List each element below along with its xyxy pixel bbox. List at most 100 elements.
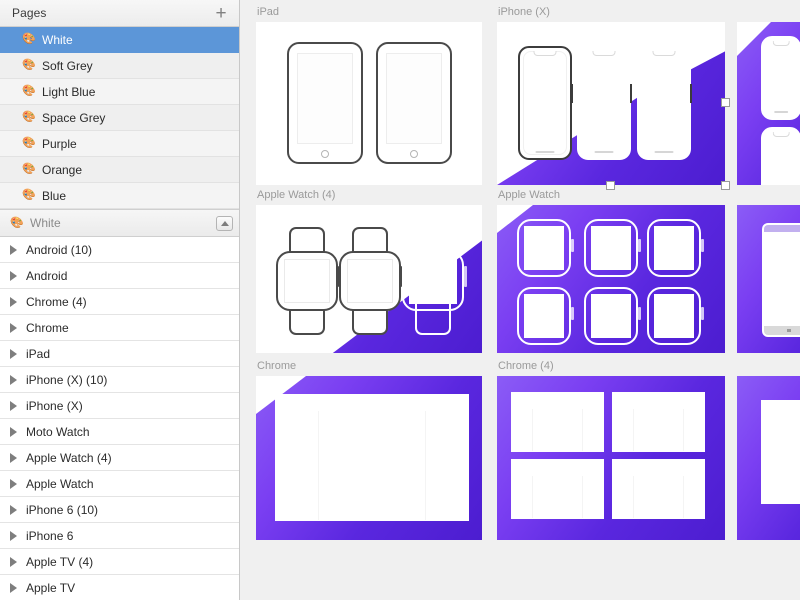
disclosure-triangle-icon[interactable] (10, 245, 17, 255)
disclosure-triangle-icon[interactable] (10, 427, 17, 437)
disclosure-triangle-icon[interactable] (10, 271, 17, 281)
disclosure-triangle-icon[interactable] (10, 453, 17, 463)
artboard-apple-tv[interactable]: Apple TV (737, 376, 800, 540)
apple-watch-device (584, 217, 638, 279)
layer-item[interactable]: iPad (0, 341, 239, 367)
artboard-ipad[interactable]: iPad (256, 22, 482, 185)
disclosure-triangle-icon[interactable] (10, 349, 17, 359)
layer-item[interactable]: iPhone 6 (0, 523, 239, 549)
layer-item-label: Apple TV (4) (26, 555, 93, 569)
disclosure-triangle-icon[interactable] (10, 583, 17, 593)
iphone-x-device (761, 36, 800, 120)
layer-item-label: iPhone 6 (10) (26, 503, 98, 517)
palette-icon: 🎨 (22, 85, 35, 98)
page-item-label: Space Grey (42, 111, 105, 125)
page-item-light-blue[interactable]: 🎨Light Blue (0, 79, 239, 105)
disclosure-triangle-icon[interactable] (10, 505, 17, 515)
artboard-label[interactable]: Chrome (257, 360, 296, 372)
artboard-android[interactable]: Android (737, 205, 800, 353)
chrome-window (612, 459, 705, 519)
layer-item[interactable]: iPhone (X) (0, 393, 239, 419)
layer-item[interactable]: Android (0, 263, 239, 289)
palette-icon: 🎨 (22, 33, 35, 46)
artboard-body (256, 205, 482, 353)
layer-item-label: iPhone (X) (10) (26, 373, 107, 387)
layer-item[interactable]: Apple Watch (0, 471, 239, 497)
page-item-label: White (42, 33, 73, 47)
layer-item[interactable]: Apple TV (4) (0, 549, 239, 575)
page-item-orange[interactable]: 🎨Orange (0, 157, 239, 183)
layer-item-label: Moto Watch (26, 425, 90, 439)
selection-handle-corner[interactable] (721, 181, 730, 190)
page-item-label: Soft Grey (42, 59, 93, 73)
page-item-soft-grey[interactable]: 🎨 Soft Grey (0, 53, 239, 79)
artboard-iphone-x-10[interactable]: iPhone (X) ( (737, 22, 800, 185)
artboard-chrome[interactable]: Chrome (256, 376, 482, 540)
layer-item[interactable]: Chrome (4) (0, 289, 239, 315)
collapse-icon[interactable] (216, 216, 233, 231)
iphone-x-device (761, 127, 800, 185)
artboard-label[interactable]: Apple Watch (4) (257, 189, 335, 201)
page-item-purple[interactable]: 🎨Purple (0, 131, 239, 157)
artboard-chrome-4[interactable]: Chrome (4) (497, 376, 725, 540)
layer-item-label: Apple Watch (4) (26, 451, 112, 465)
pages-panel-title: Pages (12, 6, 47, 20)
canvas[interactable]: iPad iPhone (X) (240, 0, 800, 600)
palette-icon: 🎨 (22, 189, 35, 202)
apple-watch-device (276, 227, 338, 335)
chrome-window (275, 394, 469, 521)
disclosure-triangle-icon[interactable] (10, 479, 17, 489)
artboard-body (737, 22, 800, 185)
artboard-body (497, 376, 725, 540)
page-item-space-grey[interactable]: 🎨Space Grey (0, 105, 239, 131)
layer-item-label: Chrome (26, 321, 69, 335)
artboard-label[interactable]: Apple Watch (498, 189, 560, 201)
selection-handle-bottom[interactable] (606, 181, 615, 190)
android-device (762, 223, 800, 337)
page-item-label: Orange (42, 163, 82, 177)
layer-item[interactable]: iPhone (X) (10) (0, 367, 239, 393)
artboard-body (256, 22, 482, 185)
artboard-apple-watch-4[interactable]: Apple Watch (4) (256, 205, 482, 353)
app-window: Pages + 🎨White🎨Soft Grey🎨Light Blue🎨Spac… (0, 0, 800, 600)
apple-watch-device (339, 227, 401, 335)
page-item-white[interactable]: 🎨 White (0, 27, 239, 53)
apple-watch-device (647, 285, 701, 347)
artboard-body (737, 376, 800, 540)
artboard-label[interactable]: iPhone (X) (498, 6, 550, 18)
apple-watch-device (517, 217, 571, 279)
disclosure-triangle-icon[interactable] (10, 297, 17, 307)
iphone-x-device (577, 46, 631, 160)
selection-handle-right[interactable] (721, 98, 730, 107)
disclosure-triangle-icon[interactable] (10, 531, 17, 541)
iphone-x-device (637, 46, 691, 160)
palette-icon: 🎨 (22, 59, 35, 72)
disclosure-triangle-icon[interactable] (10, 375, 17, 385)
layer-item[interactable]: iPhone 6 (10) (0, 497, 239, 523)
layer-item[interactable]: Moto Watch (0, 419, 239, 445)
artboard-apple-watch[interactable]: Apple Watch (497, 205, 725, 353)
layer-item[interactable]: Apple TV (0, 575, 239, 600)
artboard-iphone-x[interactable]: iPhone (X) (497, 22, 725, 185)
layer-item[interactable]: Android (10) (0, 237, 239, 263)
palette-icon: 🎨 (22, 137, 35, 150)
apple-tv-device (761, 400, 800, 504)
disclosure-triangle-icon[interactable] (10, 401, 17, 411)
layers-panel-title: White (30, 216, 61, 230)
layer-item[interactable]: Apple Watch (4) (0, 445, 239, 471)
disclosure-triangle-icon[interactable] (10, 557, 17, 567)
artboard-label[interactable]: iPad (257, 6, 279, 18)
artboard-label[interactable]: Chrome (4) (498, 360, 554, 372)
chrome-window (511, 392, 604, 452)
layer-item[interactable]: Chrome (0, 315, 239, 341)
add-page-button[interactable]: + (211, 3, 231, 23)
ipad-device (287, 42, 363, 164)
palette-icon: 🎨 (10, 217, 23, 230)
page-item-blue[interactable]: 🎨Blue (0, 183, 239, 209)
artboard-body (497, 22, 725, 185)
apple-watch-device (517, 285, 571, 347)
disclosure-triangle-icon[interactable] (10, 323, 17, 333)
artboard-body (737, 205, 800, 353)
layer-item-label: iPhone (X) (26, 399, 83, 413)
pages-list: 🎨White🎨Soft Grey🎨Light Blue🎨Space Grey🎨P… (0, 27, 239, 209)
